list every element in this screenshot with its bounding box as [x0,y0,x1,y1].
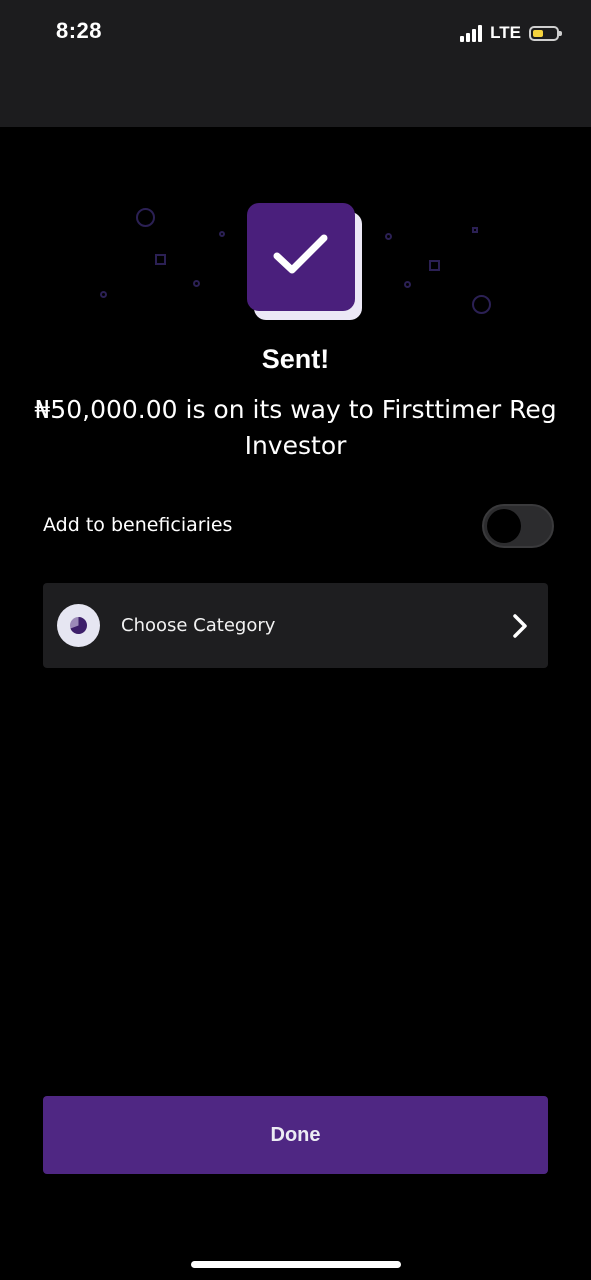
decor-dot [219,231,225,237]
check-icon [273,234,328,274]
pie-chart-icon [70,617,87,634]
done-button[interactable]: Done [43,1096,548,1174]
beneficiary-label: Add to beneficiaries [43,514,233,536]
decor-dot [100,291,107,298]
signal-icon [460,24,484,42]
category-icon-badge [57,604,100,647]
toggle-knob [487,509,521,543]
decor-square [429,260,440,271]
beneficiary-row: Add to beneficiaries [43,504,554,548]
decor-circle [136,208,155,227]
decor-circle [472,295,491,314]
battery-level [533,29,543,37]
decor-dot [385,233,392,240]
choose-category-row[interactable]: Choose Category [43,583,548,668]
decor-dot [193,280,200,287]
status-bar: 8:28 LTE [0,0,591,127]
check-badge [247,203,355,311]
network-type: LTE [490,23,521,42]
beneficiary-toggle[interactable] [482,504,554,548]
home-indicator [191,1261,401,1268]
status-time: 8:28 [56,18,103,43]
status-indicators: LTE [460,22,562,44]
chevron-right-icon [513,614,527,638]
transfer-message: ₦50,000.00 is on its way to Firsttimer R… [34,395,557,460]
decor-square [155,254,166,265]
decor-dot [404,281,411,288]
decor-dot [472,227,478,233]
battery-icon [529,25,562,41]
page-title: Sent! [261,344,330,374]
category-label: Choose Category [121,615,276,636]
success-illustration [0,190,591,330]
